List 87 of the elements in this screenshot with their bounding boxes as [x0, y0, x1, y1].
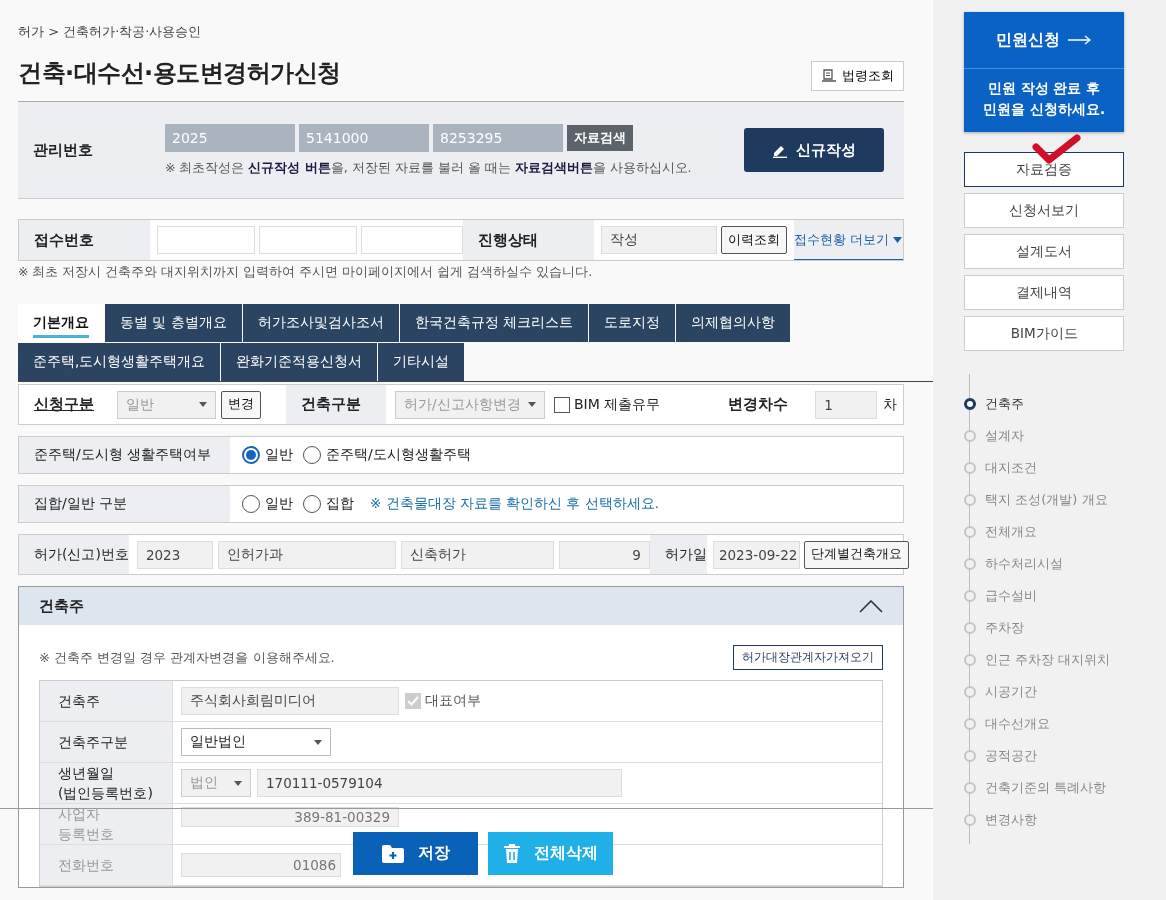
field-label: 허가(신고)번호: [19, 535, 129, 574]
law-lookup-button[interactable]: 법령조회: [811, 61, 905, 91]
unit-label: 차: [883, 395, 898, 414]
input-field[interactable]: [157, 226, 256, 254]
field-label: 허가일: [649, 535, 707, 574]
input-field[interactable]: [361, 226, 464, 254]
help-text: ※ 건축주 변경일 경우 관계자변경을 이용해주세요.: [39, 648, 335, 667]
input-field[interactable]: 작성: [601, 226, 718, 254]
check-mark-icon: [1031, 133, 1082, 165]
radio-button[interactable]: [242, 446, 260, 464]
chevron-up-icon[interactable]: [859, 599, 884, 613]
history-button[interactable]: 이력조회: [721, 226, 788, 254]
input-field[interactable]: 170111-0579104: [257, 769, 622, 797]
arrow-icon: [1068, 35, 1093, 45]
new-button[interactable]: 신규작성: [744, 128, 885, 172]
field-label: 접수번호: [19, 220, 151, 260]
side-button[interactable]: BIM가이드: [964, 316, 1125, 351]
input-field[interactable]: 9: [558, 540, 650, 569]
field-label: 진행상태: [463, 220, 595, 260]
help-text: ※ 최초 저장시 건축주와 대지위치까지 입력하여 주시면 마이페이지에서 쉽게 검색하실수 있습니다.: [18, 264, 593, 281]
tab[interactable]: 한국건축규정 체크리스트: [399, 304, 588, 342]
help-text: ※ 최초작성은 신규작성 버튼을, 저장된 자료를 불러 올 때는 자료검색버튼을 사용하십시오.: [165, 159, 692, 177]
caret-icon: [199, 402, 207, 407]
input-field[interactable]: 주식회사희림미디어: [181, 687, 399, 715]
field-label: 생년월일 (법인등록번호): [40, 763, 173, 803]
apply-card[interactable]: 민원신청 민원 작성 완료 후 민원을 신청하세요.: [964, 12, 1125, 132]
option-label: 일반: [265, 446, 293, 464]
caret-icon: [893, 236, 903, 243]
search-button[interactable]: 자료검색: [567, 124, 633, 151]
field-label: 건축구분: [286, 385, 386, 424]
option-label: 집합: [326, 495, 354, 513]
side-button[interactable]: 신청서보기: [964, 193, 1125, 228]
field-label: 사업자 등록번호: [40, 804, 173, 844]
save-button[interactable]: 저장: [353, 832, 478, 875]
checkbox-label: BIM 제출유무: [574, 395, 661, 414]
field-label: 전화번호: [40, 845, 173, 885]
dropdown[interactable]: 일반법인: [181, 728, 331, 756]
radio-button[interactable]: [303, 446, 321, 464]
card-title: 민원신청: [996, 29, 1061, 51]
tab[interactable]: 허가조사및검사조서: [242, 304, 399, 342]
tab[interactable]: 의제협의사항: [675, 304, 790, 342]
input-field[interactable]: 2023: [136, 540, 213, 569]
side-button[interactable]: 설계도서: [964, 234, 1125, 269]
tab[interactable]: 기타시설: [378, 343, 465, 381]
import-button[interactable]: 허가대장관계자가져오기: [733, 645, 884, 670]
date-field[interactable]: 2023-09-22: [712, 540, 800, 569]
field-label: 신청구분: [33, 395, 95, 414]
radio-button[interactable]: [242, 495, 260, 513]
trash-icon: [503, 844, 520, 863]
field-label: 변경차수: [728, 395, 789, 414]
option-label: 준주택/도시형생활주택: [326, 446, 471, 464]
caret-icon: [314, 739, 322, 745]
field-label: 집합/일반 구분: [19, 486, 230, 522]
stage-summary-button[interactable]: 단계별건축개요: [803, 540, 909, 569]
tab[interactable]: 동별 및 층별개요: [105, 304, 242, 342]
document-icon: [821, 69, 838, 83]
tab[interactable]: 준주택,도시형생활주택개요: [18, 343, 221, 381]
checkbox-label: 대표여부: [425, 692, 481, 710]
input-field[interactable]: 신축허가: [400, 540, 554, 569]
input-field[interactable]: 01086: [181, 853, 341, 877]
radio-button[interactable]: [303, 495, 321, 513]
field-label: 건축주: [40, 681, 173, 721]
input-field[interactable]: 1: [815, 390, 878, 419]
card-text: 민원 작성 완료 후 민원을 신청하세요.: [982, 79, 1107, 119]
breadcrumb: 허가 > 건축허가·착공·사용승인: [18, 23, 202, 41]
more-link[interactable]: 접수현황 더보기: [793, 220, 904, 260]
field-label: 관리번호: [32, 140, 94, 160]
page-title: 건축·대수선·용도변경허가신청: [18, 58, 341, 89]
option-label: 일반: [265, 495, 293, 513]
folder-plus-icon: [381, 844, 404, 863]
tab[interactable]: 완화기준적용신청서: [221, 343, 378, 381]
input-field[interactable]: 389-81-00329: [181, 807, 399, 827]
tab[interactable]: 도로지정: [588, 304, 675, 342]
tab[interactable]: 기본개요: [18, 304, 104, 342]
input-field[interactable]: [259, 226, 358, 254]
section-title: 건축주: [39, 596, 84, 616]
change-button[interactable]: 변경: [221, 390, 261, 419]
help-text: ※ 건축물대장 자료를 확인하신 후 선택하세요.: [370, 495, 660, 513]
caret-icon: [528, 402, 536, 407]
side-button[interactable]: 자료검증: [964, 152, 1125, 187]
side-button[interactable]: 결제내역: [964, 275, 1125, 310]
input-field[interactable]: 인허가과: [217, 540, 396, 569]
checkbox[interactable]: [554, 396, 570, 413]
field-label: 건축주구분: [40, 722, 173, 762]
field-label: 준주택/도시형 생활주택여부: [19, 437, 230, 473]
step-link[interactable]: 건축주: [985, 395, 1025, 413]
caret-icon: [234, 780, 242, 786]
